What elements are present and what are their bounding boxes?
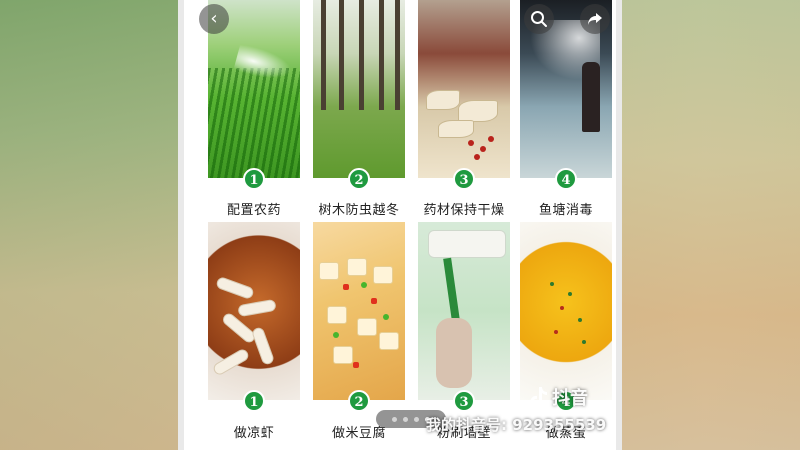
card-caption: 药材保持干燥 bbox=[423, 203, 505, 218]
number-badge: 1 bbox=[243, 168, 265, 190]
number-badge: 2 bbox=[348, 168, 370, 190]
card-caption: 树木防虫越冬 bbox=[318, 203, 400, 218]
douyin-account-id: 我的抖音号: 929355539 bbox=[426, 416, 607, 434]
back-arrow-icon: ‹ bbox=[210, 8, 218, 29]
herbs-photo bbox=[418, 0, 510, 178]
number-badge: 2 bbox=[348, 390, 370, 412]
share-icon bbox=[588, 13, 602, 25]
cold-shrimp-photo bbox=[208, 222, 300, 400]
number-badge: 3 bbox=[453, 390, 475, 412]
paint-wall-photo bbox=[418, 222, 510, 400]
search-icon bbox=[531, 11, 547, 27]
blurred-background-right bbox=[622, 0, 800, 450]
image-grid: 1 配置农药 2 树木防虫越冬 3 药材保持干燥 4 鱼塘消毒 1 做凉虾 2 … bbox=[200, 0, 612, 450]
number-badge: 3 bbox=[453, 168, 475, 190]
page-dot[interactable] bbox=[392, 416, 397, 422]
page-dot[interactable] bbox=[403, 416, 408, 422]
number-badge: 1 bbox=[243, 390, 265, 412]
douyin-watermark: 抖音 bbox=[530, 384, 588, 410]
card-caption: 做凉虾 bbox=[233, 426, 275, 441]
watermark-app-name: 抖音 bbox=[552, 388, 588, 409]
search-button[interactable] bbox=[524, 4, 554, 34]
back-button[interactable]: ‹ bbox=[199, 4, 229, 34]
rice-tofu-photo bbox=[313, 222, 405, 400]
phone-screen: 1 配置农药 2 树木防虫越冬 3 药材保持干燥 4 鱼塘消毒 1 做凉虾 2 … bbox=[178, 0, 622, 450]
blurred-background-left bbox=[0, 0, 178, 450]
page-dot[interactable] bbox=[414, 416, 419, 422]
card-caption: 鱼塘消毒 bbox=[538, 203, 593, 218]
douyin-logo-icon bbox=[530, 386, 548, 408]
card-caption: 配置农药 bbox=[226, 203, 281, 218]
number-badge: 4 bbox=[555, 168, 577, 190]
share-button[interactable] bbox=[580, 4, 610, 34]
trees-photo bbox=[313, 0, 405, 178]
steamed-egg-photo bbox=[520, 222, 612, 400]
